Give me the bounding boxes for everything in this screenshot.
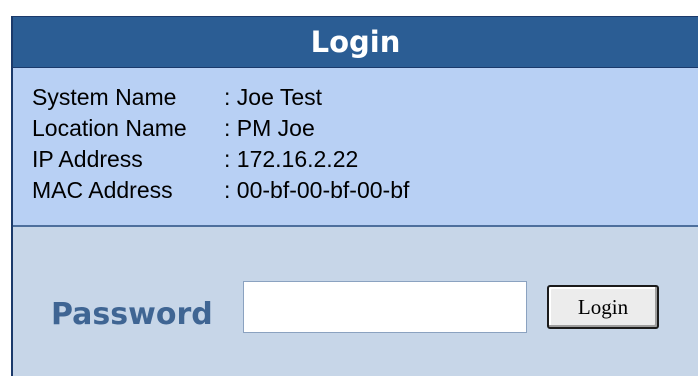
mac-address-value: : 00-bf-00-bf-00-bf [224, 177, 410, 203]
mac-address-row: MAC Address : 00-bf-00-bf-00-bf [32, 175, 698, 206]
location-name-value: : PM Joe [224, 115, 315, 141]
location-name-label: Location Name [32, 115, 187, 141]
password-input[interactable] [243, 281, 527, 333]
system-name-label: System Name [32, 84, 177, 110]
ip-address-row: IP Address : 172.16.2.22 [32, 144, 698, 175]
page-title: Login [310, 25, 401, 59]
mac-address-label: MAC Address [32, 177, 173, 203]
ip-address-label: IP Address [32, 146, 143, 172]
system-name-value: : Joe Test [224, 84, 323, 110]
login-panel: Login System Name : Joe Test Location Na… [11, 16, 698, 376]
login-button[interactable]: Login [547, 285, 659, 329]
password-label: Password [51, 297, 213, 332]
login-title-bar: Login [13, 17, 698, 68]
login-form: Password Login [13, 227, 698, 376]
system-name-row: System Name : Joe Test [32, 82, 698, 113]
system-info-section: System Name : Joe Test Location Name : P… [13, 68, 698, 227]
ip-address-value: : 172.16.2.22 [224, 146, 359, 172]
location-name-row: Location Name : PM Joe [32, 113, 698, 144]
